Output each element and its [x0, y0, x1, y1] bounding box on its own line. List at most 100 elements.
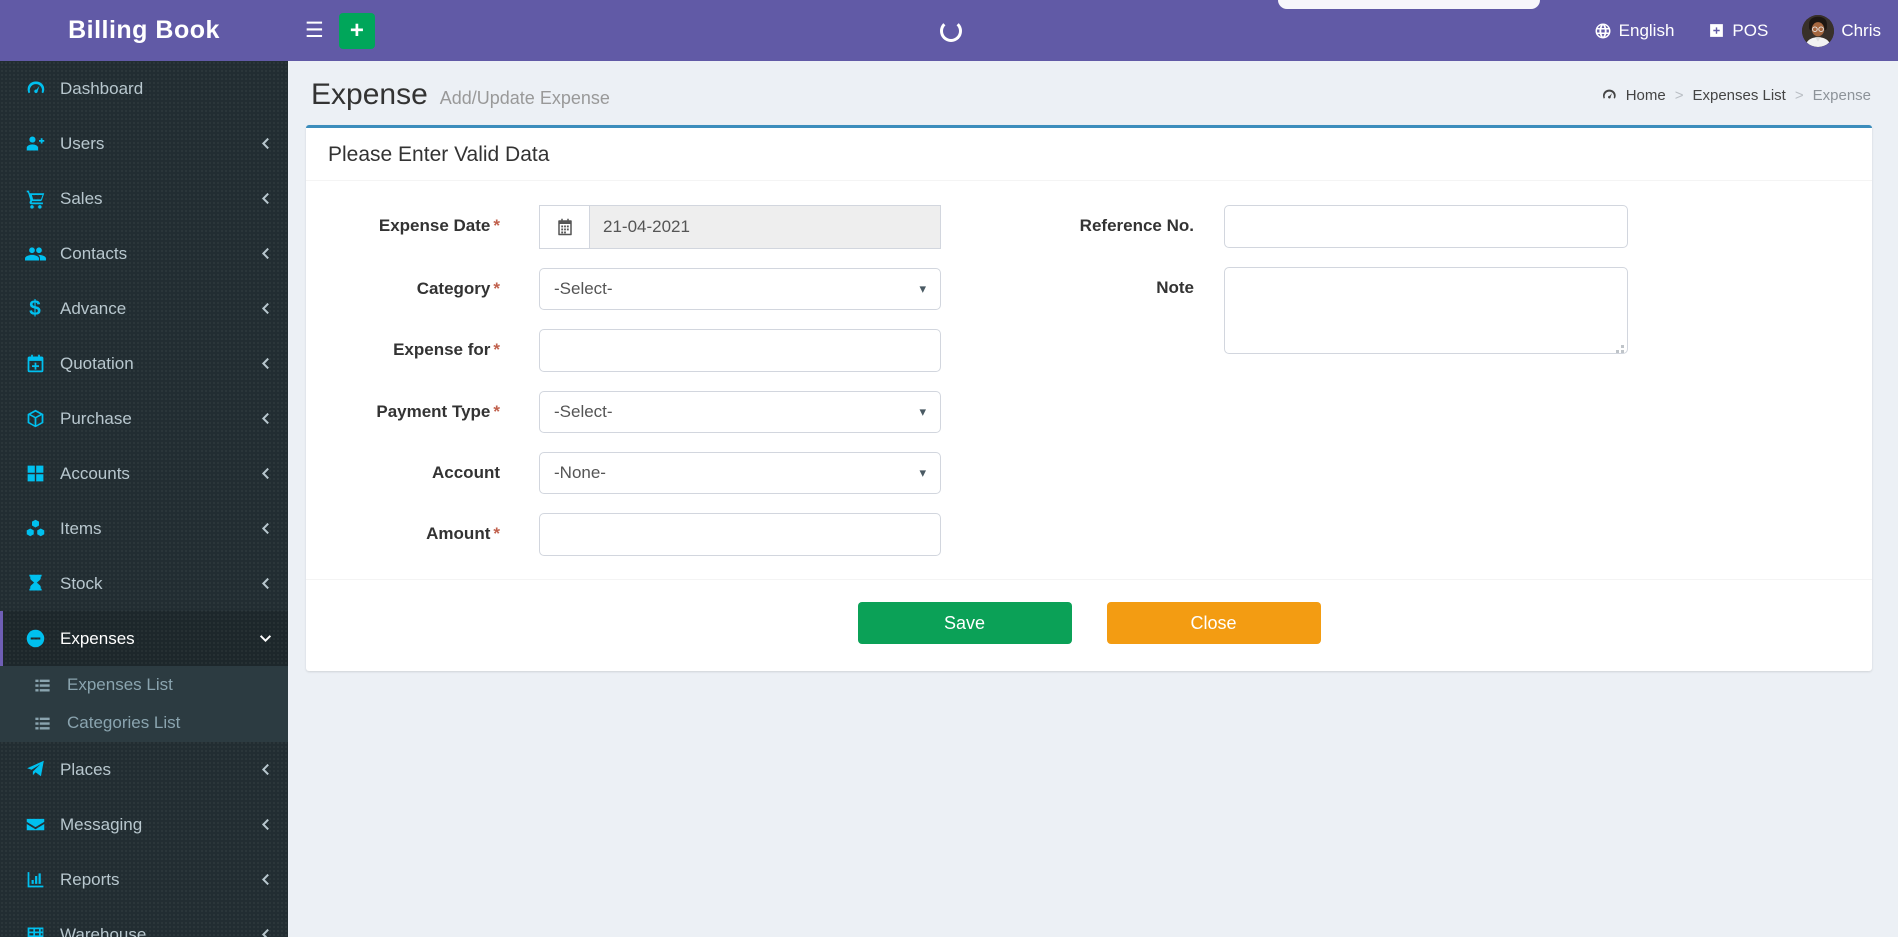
amount-row: Amount *: [306, 513, 954, 556]
form-footer: Save Close: [306, 579, 1872, 671]
amount-input[interactable]: [539, 513, 941, 556]
content-header: Expense Add/Update Expense Home > Expens…: [288, 61, 1898, 125]
hourglass-icon: [23, 573, 47, 595]
page-subtitle: Add/Update Expense: [439, 88, 610, 108]
breadcrumb-home[interactable]: Home: [1626, 87, 1666, 104]
account-select[interactable]: -None- ▾: [539, 452, 941, 494]
app-logo[interactable]: Billing Book: [0, 0, 288, 61]
expense-for-input[interactable]: [539, 329, 941, 372]
sidebar-item-categories-list[interactable]: Categories List: [0, 704, 288, 742]
sidebar-item-warehouse[interactable]: Warehouse: [0, 907, 288, 937]
payment-type-select[interactable]: -Select- ▾: [539, 391, 941, 433]
close-button[interactable]: Close: [1106, 602, 1321, 644]
page-title: Expense: [311, 78, 428, 111]
required-marker: *: [493, 524, 500, 543]
reference-no-label: Reference No.: [1079, 216, 1194, 235]
chevron-left-icon: [259, 192, 272, 205]
account-label: Account: [432, 463, 500, 482]
calendar-icon[interactable]: [539, 205, 590, 249]
sidebar-item-label: Stock: [60, 573, 103, 593]
chevron-left-icon: [259, 302, 272, 315]
sidebar-item-label: Places: [60, 759, 112, 779]
form-left-column: Expense Date* Category* -Select- ▾: [306, 205, 954, 575]
language-label: English: [1618, 20, 1675, 40]
quick-add-button[interactable]: +: [338, 12, 375, 49]
sidebar-item-expenses-list[interactable]: Expenses List: [0, 666, 288, 704]
note-textarea[interactable]: [1224, 267, 1628, 354]
chevron-left-icon: [259, 522, 272, 535]
caret-down-icon: ▾: [919, 404, 926, 419]
user-menu[interactable]: Chris: [1785, 0, 1898, 61]
account-row: Account -None- ▾: [306, 452, 954, 494]
minus-circle-icon: [23, 628, 47, 650]
user-plus-icon: [23, 133, 47, 155]
sidebar-item-places[interactable]: Places: [0, 742, 288, 797]
expenses-submenu: Expenses List Categories List: [0, 666, 288, 742]
breadcrumb-expenses-list[interactable]: Expenses List: [1692, 87, 1785, 104]
sidebar-toggle-icon[interactable]: ☰: [288, 0, 339, 61]
breadcrumb: Home > Expenses List > Expense: [1601, 87, 1871, 104]
sidebar-item-dashboard[interactable]: Dashboard: [0, 61, 288, 116]
top-navbar: Billing Book ☰ + English POS Chris: [0, 0, 1898, 61]
category-label: Category *: [416, 279, 500, 298]
cube-icon: [23, 408, 47, 430]
form-right-column: Reference No. Note: [954, 205, 1634, 575]
resize-grip-icon[interactable]: [1614, 343, 1624, 353]
expense-date-label: Expense Date *: [378, 216, 500, 235]
payment-type-row: Payment Type * -Select- ▾: [306, 391, 954, 433]
sidebar-item-label: Categories List: [67, 713, 181, 732]
chevron-left-icon: [259, 577, 272, 590]
form-body: Expense Date* Category* -Select- ▾: [306, 181, 1872, 579]
account-select-value: -None-: [554, 463, 606, 482]
reference-no-input[interactable]: [1224, 205, 1628, 248]
required-marker: *: [493, 340, 500, 359]
chevron-left-icon: [259, 763, 272, 776]
calendar-plus-icon: [23, 353, 47, 375]
pos-label: POS: [1732, 20, 1769, 40]
dashboard-icon: [23, 78, 47, 100]
sidebar-item-messaging[interactable]: Messaging: [0, 797, 288, 852]
language-menu[interactable]: English: [1577, 0, 1692, 61]
save-button[interactable]: Save: [857, 602, 1072, 644]
required-marker: *: [493, 402, 500, 421]
caret-down-icon: ▾: [919, 281, 926, 296]
note-row: Note: [954, 267, 1634, 359]
chevron-left-icon: [259, 412, 272, 425]
category-select[interactable]: -Select- ▾: [539, 268, 941, 310]
chevron-left-icon: [259, 928, 272, 937]
paper-plane-icon: [23, 759, 47, 781]
pos-button[interactable]: POS: [1691, 0, 1785, 61]
sidebar-item-reports[interactable]: Reports: [0, 852, 288, 907]
sidebar-item-purchase[interactable]: Purchase: [0, 391, 288, 446]
expense-date-row: Expense Date *: [306, 205, 954, 249]
reference-no-row: Reference No.: [954, 205, 1634, 248]
sidebar-item-label: Warehouse: [60, 924, 147, 937]
sidebar-item-items[interactable]: Items: [0, 501, 288, 556]
breadcrumb-current: Expense: [1812, 86, 1871, 104]
sidebar-item-label: Quotation: [60, 353, 134, 373]
sidebar-item-label: Expenses: [60, 628, 135, 648]
sidebar-item-stock[interactable]: Stock: [0, 556, 288, 611]
sidebar-item-label: Items: [60, 518, 102, 538]
sidebar-nav: Dashboard Users Sales Contacts $ Advance…: [0, 61, 288, 937]
expense-form-panel: Please Enter Valid Data Expense Date* Ca…: [306, 125, 1872, 671]
chevron-left-icon: [259, 467, 272, 480]
list-icon: [33, 714, 55, 732]
sidebar-item-label: Reports: [60, 869, 120, 889]
caret-down-icon: ▾: [919, 465, 926, 480]
grid-icon: [23, 463, 47, 485]
expense-date-input[interactable]: [590, 205, 941, 249]
topbar-menu: English POS Chris: [1577, 0, 1898, 61]
breadcrumb-separator: >: [1794, 86, 1804, 104]
sidebar-item-accounts[interactable]: Accounts: [0, 446, 288, 501]
sidebar-item-quotation[interactable]: Quotation: [0, 336, 288, 391]
sidebar-item-advance[interactable]: $ Advance: [0, 281, 288, 336]
chevron-down-icon: [259, 632, 272, 645]
sidebar-item-label: Messaging: [60, 814, 143, 834]
sidebar-item-sales[interactable]: Sales: [0, 171, 288, 226]
sidebar-item-label: Expenses List: [67, 675, 173, 694]
sidebar-item-users[interactable]: Users: [0, 116, 288, 171]
sidebar-item-expenses[interactable]: Expenses: [0, 611, 288, 666]
envelope-icon: [23, 814, 47, 836]
sidebar-item-contacts[interactable]: Contacts: [0, 226, 288, 281]
